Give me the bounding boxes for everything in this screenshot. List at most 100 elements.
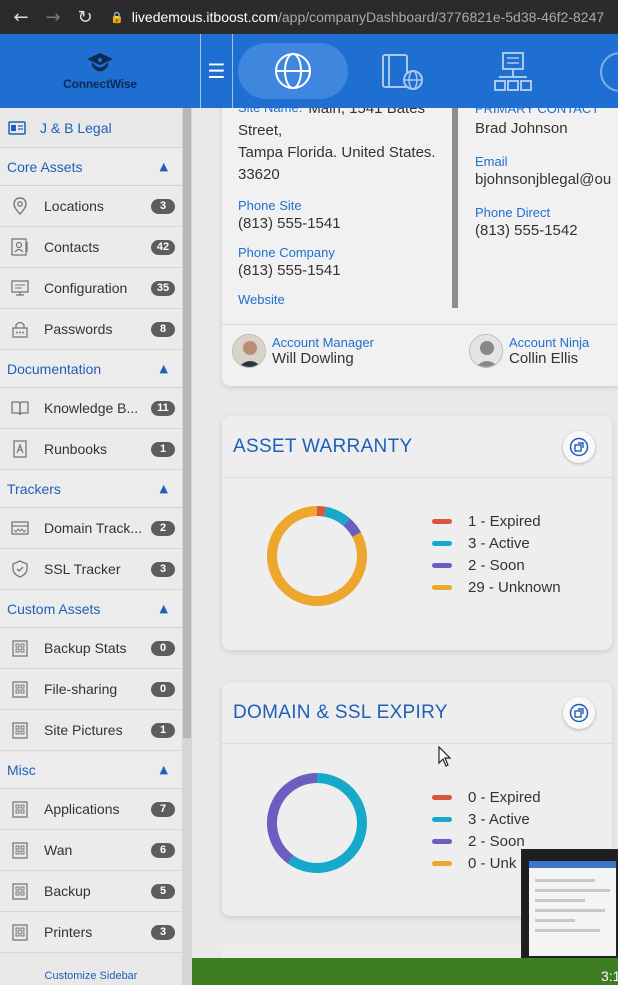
hamburger-menu-icon[interactable]: ☰ <box>201 34 232 108</box>
location-contact-card: Site Name: Main, 1541 Bates Street, Tamp… <box>222 108 618 386</box>
donut-slice[interactable] <box>316 506 326 517</box>
scrollbar-thumb[interactable] <box>183 108 191 738</box>
thumbnail-line <box>535 879 595 882</box>
legend-item[interactable]: 0 - Expired <box>432 786 541 808</box>
asset-warranty-legend: 1 - Expired 3 - Active 2 - Soon 29 - Unk… <box>432 510 561 598</box>
sidebar-item-knowledge-base[interactable]: Knowledge B... 11 <box>0 388 182 429</box>
building-icon <box>12 722 28 739</box>
count-badge: 3 <box>151 924 175 940</box>
count-badge: 42 <box>151 239 175 255</box>
expand-widget-button[interactable] <box>563 430 595 463</box>
mouse-pointer-icon <box>438 746 452 767</box>
card-divider <box>222 324 618 325</box>
sidebar-item-backup[interactable]: Backup 5 <box>0 871 182 912</box>
company-card-icon <box>8 120 26 135</box>
legend-item[interactable]: 3 - Active <box>432 532 561 554</box>
count-badge: 3 <box>151 561 175 577</box>
sidebar-item-configuration[interactable]: Configuration 35 <box>0 268 182 309</box>
legend-swatch <box>432 816 452 822</box>
legend-label: 3 - Active <box>468 810 530 828</box>
avatar <box>469 334 503 368</box>
network-nav-button[interactable] <box>488 50 538 94</box>
sidebar-item-locations[interactable]: Locations 3 <box>0 186 182 227</box>
asset-warranty-donut-chart[interactable] <box>262 501 372 611</box>
sidebar-item-passwords[interactable]: Passwords 8 <box>0 309 182 350</box>
sidebar-item-site-pictures[interactable]: Site Pictures 1 <box>0 710 182 751</box>
sidebar-item-file-sharing[interactable]: File-sharing 0 <box>0 669 182 710</box>
account-ninja[interactable]: Account Ninja Collin Ellis <box>469 334 589 368</box>
phone-company-value[interactable]: (813) 555-1541 <box>238 260 450 282</box>
building-icon <box>12 640 28 657</box>
account-manager-label: Account Manager <box>272 335 374 350</box>
reload-icon[interactable]: ↻ <box>74 6 96 28</box>
sidebar-item-backup-stats[interactable]: Backup Stats 0 <box>0 628 182 669</box>
account-ninja-label: Account Ninja <box>509 335 590 350</box>
monitor-icon <box>11 280 29 296</box>
building-icon <box>12 883 28 900</box>
chevron-up-icon[interactable]: ▲ <box>160 602 168 615</box>
legend-item[interactable]: 29 - Unknown <box>432 576 561 598</box>
sidebar-item-label: Backup Stats <box>44 640 127 656</box>
legend-label: 1 - Expired <box>468 512 541 530</box>
chevron-up-icon[interactable]: ▲ <box>160 160 168 173</box>
chevron-up-icon[interactable]: ▲ <box>160 362 168 375</box>
lock-icon: 🔒 <box>110 10 124 24</box>
globe-nav-button[interactable] <box>238 43 348 99</box>
domain-icon <box>11 521 29 535</box>
phone-direct-value[interactable]: (813) 555-1542 <box>475 220 618 242</box>
primary-contact-name[interactable]: Brad Johnson <box>475 118 618 140</box>
network-building-icon <box>494 52 532 91</box>
phone-direct-label: Phone Direct <box>475 205 551 220</box>
count-badge: 3 <box>151 198 175 214</box>
section-trackers[interactable]: Trackers ▲ <box>0 470 182 508</box>
location-column: Site Name: Main, 1541 Bates Street, Tamp… <box>238 108 450 307</box>
sidebar-scrollbar[interactable] <box>182 108 192 985</box>
section-custom-assets[interactable]: Custom Assets ▲ <box>0 590 182 628</box>
address-line: Street, <box>238 122 283 139</box>
column-scrollbar[interactable] <box>452 108 458 308</box>
thumbnail-header <box>529 861 616 868</box>
section-documentation[interactable]: Documentation ▲ <box>0 350 182 388</box>
legend-item[interactable]: 1 - Expired <box>432 510 561 532</box>
sidebar-item-contacts[interactable]: Contacts 42 <box>0 227 182 268</box>
section-title: Documentation <box>7 360 102 377</box>
sidebar-company[interactable]: J & B Legal <box>0 108 182 148</box>
connectwise-logo[interactable]: ConnectWise <box>0 34 200 108</box>
expand-widget-button[interactable] <box>563 696 595 729</box>
sidebar-item-runbooks[interactable]: Runbooks 1 <box>0 429 182 470</box>
sidebar-item-wan[interactable]: Wan 6 <box>0 830 182 871</box>
sidebar-item-domain-tracker[interactable]: Domain Track... 2 <box>0 508 182 549</box>
documents-nav-button[interactable] <box>376 50 428 94</box>
legend-item[interactable]: 3 - Active <box>432 808 541 830</box>
runbook-icon <box>13 440 27 458</box>
chevron-up-icon[interactable]: ▲ <box>160 482 168 495</box>
donut-slice[interactable] <box>287 773 367 873</box>
sidebar-item-applications[interactable]: Applications 7 <box>0 789 182 830</box>
forward-arrow-icon[interactable]: → <box>42 6 64 28</box>
customize-sidebar-link[interactable]: Customize Sidebar <box>0 970 182 982</box>
chevron-up-icon[interactable]: ▲ <box>160 763 168 776</box>
donut-slice[interactable] <box>267 773 318 864</box>
count-badge: 0 <box>151 640 175 656</box>
back-arrow-icon[interactable]: ← <box>10 6 32 28</box>
legend-item[interactable]: 2 - Soon <box>432 554 561 576</box>
section-title: Misc <box>7 761 36 778</box>
legend-label: 29 - Unknown <box>468 578 561 596</box>
phone-site-value[interactable]: (813) 555-1541 <box>238 213 450 235</box>
sidebar-item-ssl-tracker[interactable]: SSL Tracker 3 <box>0 549 182 590</box>
address-bar[interactable]: 🔒 livedemous.itboost.com /app/companyDas… <box>110 9 604 25</box>
donut-slice[interactable] <box>343 518 362 538</box>
legend-label: 2 - Soon <box>468 556 525 574</box>
legend-swatch <box>432 794 452 800</box>
more-nav-button[interactable] <box>600 52 618 92</box>
section-core-assets[interactable]: Core Assets ▲ <box>0 148 182 186</box>
account-manager[interactable]: Account Manager Will Dowling <box>232 334 374 368</box>
section-title: Core Assets <box>7 158 83 175</box>
donut-slice[interactable] <box>323 506 350 527</box>
section-misc[interactable]: Misc ▲ <box>0 751 182 789</box>
domain-ssl-donut-chart[interactable] <box>262 768 372 878</box>
email-value[interactable]: bjohnsonjblegal@ou <box>475 169 618 191</box>
thumbnail-screenshot <box>529 861 616 956</box>
sidebar-item-label: Domain Track... <box>44 520 143 536</box>
sidebar-item-printers[interactable]: Printers 3 <box>0 912 182 953</box>
